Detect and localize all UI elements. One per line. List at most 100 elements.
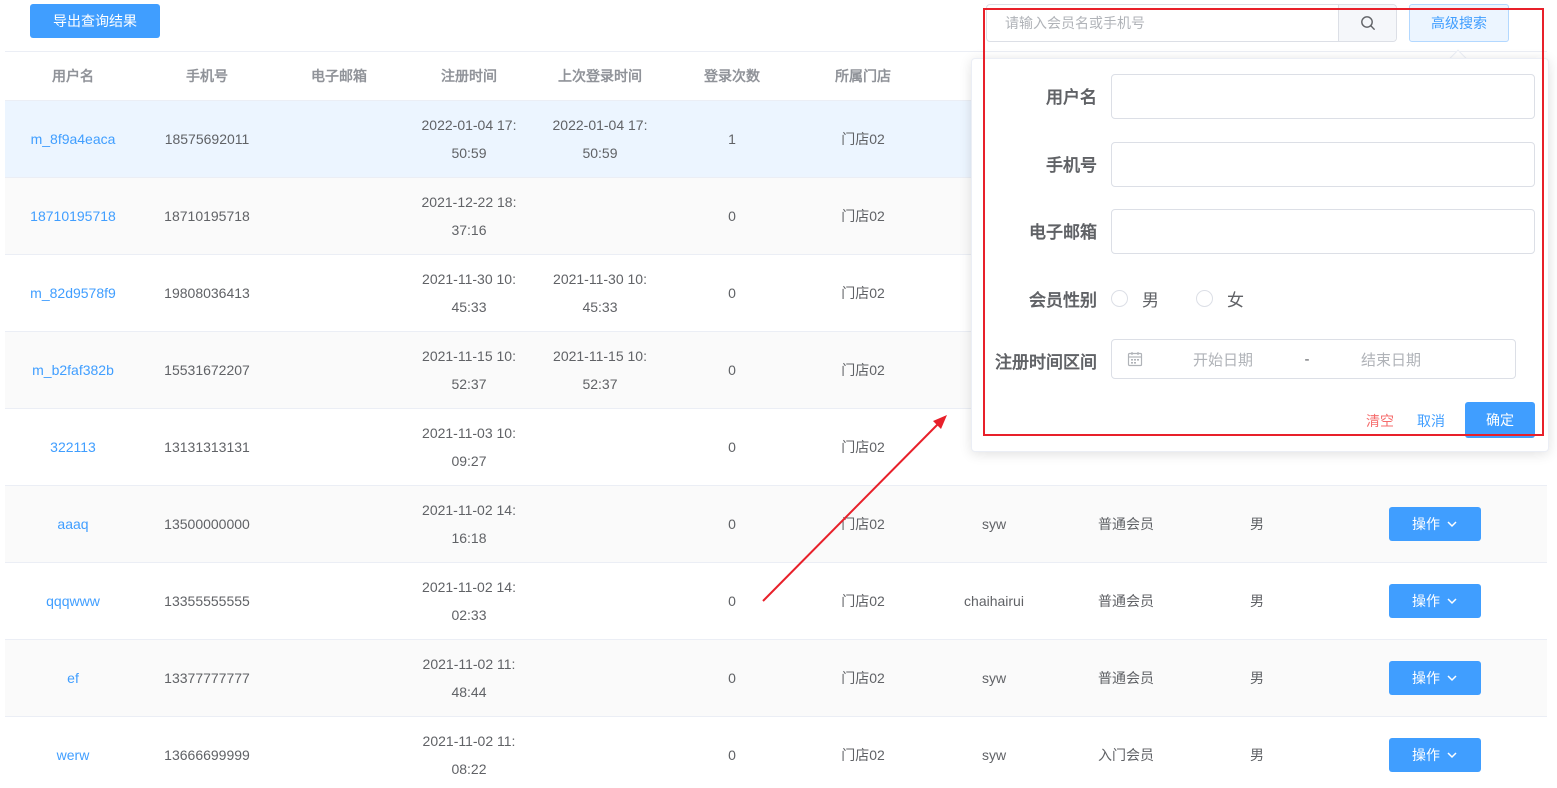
- login-count-cell: 0: [728, 593, 736, 609]
- reg-date: 2021-12-22 18:: [421, 194, 517, 210]
- username-link[interactable]: werw: [5, 717, 141, 788]
- username-link[interactable]: m_b2faf382b: [5, 332, 141, 408]
- creator-cell: syw: [981, 516, 1007, 532]
- advanced-search-button[interactable]: 高级搜索: [1409, 4, 1509, 42]
- phone-cell: 13666699999: [164, 747, 250, 763]
- username-link[interactable]: ef: [5, 640, 141, 716]
- chevron-down-icon: [1447, 598, 1457, 605]
- reg-date: 2021-11-02 11:: [422, 733, 516, 749]
- email-cell: [273, 332, 405, 408]
- gender-cell: 男: [1250, 747, 1264, 763]
- reg-clock: 45:33: [451, 299, 487, 315]
- level-cell: 普通会员: [1098, 593, 1154, 609]
- creator-cell: syw: [981, 670, 1007, 686]
- chevron-down-icon: [1447, 521, 1457, 528]
- operation-dropdown-button[interactable]: 操作: [1389, 507, 1481, 541]
- email-cell: [273, 409, 405, 485]
- store-cell: 门店02: [841, 131, 885, 147]
- last-login-cell: [533, 486, 667, 562]
- username-link[interactable]: 322113: [5, 409, 141, 485]
- confirm-button[interactable]: 确定: [1465, 402, 1535, 438]
- gender-label: 会员性别: [1029, 291, 1097, 310]
- phone-cell: 13355555555: [164, 593, 250, 609]
- last-date: 2021-11-15 10:: [553, 348, 647, 364]
- username-label: 用户名: [1046, 88, 1097, 107]
- creator-cell: syw: [981, 747, 1007, 763]
- email-cell: [273, 563, 405, 639]
- operation-label: 操作: [1412, 670, 1440, 686]
- reg-time-cell: 2021-11-03 10: 09:27: [405, 409, 533, 485]
- store-cell: 门店02: [841, 285, 885, 301]
- reg-clock: 48:44: [451, 684, 487, 700]
- username-link[interactable]: aaaq: [5, 486, 141, 562]
- operation-label: 操作: [1412, 516, 1440, 532]
- email-cell: [273, 101, 405, 177]
- operation-dropdown-button[interactable]: 操作: [1389, 661, 1481, 695]
- email-cell: [273, 178, 405, 254]
- reg-time-cell: 2022-01-04 17: 50:59: [405, 101, 533, 177]
- gender-radio-male[interactable]: 男: [1111, 286, 1159, 311]
- reg-clock: 08:22: [451, 761, 487, 777]
- phone-cell: 18575692011: [164, 131, 250, 147]
- email-cell: [273, 717, 405, 788]
- reg-clock: 50:59: [451, 145, 487, 161]
- last-login-cell: 2022-01-04 17: 50:59: [533, 101, 667, 177]
- phone-cell: 18710195718: [164, 208, 250, 224]
- reg-time-cell: 2021-11-02 11: 08:22: [405, 717, 533, 788]
- last-login-cell: [533, 640, 667, 716]
- username-link[interactable]: 18710195718: [5, 178, 141, 254]
- cancel-button[interactable]: 取消: [1417, 411, 1445, 431]
- operation-cell: 操作: [1321, 563, 1549, 639]
- phone-cell: 15531672207: [164, 362, 250, 378]
- username-link[interactable]: m_82d9578f9: [5, 255, 141, 331]
- reg-date: 2022-01-04 17:: [421, 117, 517, 133]
- reg-date: 2021-11-02 11:: [422, 656, 516, 672]
- clear-button[interactable]: 清空: [1366, 411, 1394, 431]
- gender-female-label: 女: [1227, 291, 1244, 310]
- operation-dropdown-button[interactable]: 操作: [1389, 584, 1481, 618]
- email-cell: [273, 255, 405, 331]
- username-link[interactable]: qqqwww: [5, 563, 141, 639]
- reg-time-cell: 2021-12-22 18: 37:16: [405, 178, 533, 254]
- radio-circle-icon: [1111, 290, 1128, 307]
- username-link[interactable]: m_8f9a4eaca: [5, 101, 141, 177]
- reg-time-cell: 2021-11-30 10: 45:33: [405, 255, 533, 331]
- last-clock: 50:59: [582, 145, 618, 161]
- table-row: ef 13377777777 2021-11-02 11: 48:44 0 门店0…: [5, 640, 1547, 717]
- header-phone: 手机号: [186, 68, 228, 84]
- reg-time-cell: 2021-11-15 10: 52:37: [405, 332, 533, 408]
- level-cell: 入门会员: [1098, 747, 1154, 763]
- operation-dropdown-button[interactable]: 操作: [1389, 738, 1481, 772]
- header-email: 电子邮箱: [311, 68, 367, 84]
- store-cell: 门店02: [841, 670, 885, 686]
- search-button[interactable]: [1338, 5, 1396, 41]
- last-date: 2021-11-30 10:: [553, 271, 647, 287]
- chevron-down-icon: [1447, 675, 1457, 682]
- end-date-input[interactable]: 结束日期: [1326, 349, 1456, 370]
- start-date-input[interactable]: 开始日期: [1158, 349, 1288, 370]
- phone-cell: 13500000000: [164, 516, 250, 532]
- reg-date: 2021-11-30 10:: [422, 271, 516, 287]
- username-input[interactable]: [1111, 74, 1535, 119]
- gender-cell: 男: [1250, 516, 1264, 532]
- gender-male-label: 男: [1142, 291, 1159, 310]
- search-icon: [1360, 16, 1375, 30]
- login-count-cell: 0: [728, 747, 736, 763]
- header-store: 所属门店: [835, 68, 891, 84]
- reg-clock: 09:27: [451, 453, 487, 469]
- gender-cell: 男: [1250, 670, 1264, 686]
- reg-date-range-picker[interactable]: 开始日期 - 结束日期: [1111, 339, 1516, 379]
- reg-date: 2021-11-03 10:: [422, 425, 516, 441]
- login-count-cell: 0: [728, 516, 736, 532]
- last-login-cell: [533, 178, 667, 254]
- last-login-cell: 2021-11-15 10: 52:37: [533, 332, 667, 408]
- member-search-input[interactable]: [987, 5, 1338, 41]
- creator-cell: chaihairui: [964, 593, 1024, 609]
- gender-radio-female[interactable]: 女: [1196, 286, 1244, 311]
- export-results-button[interactable]: 导出查询结果: [30, 4, 160, 38]
- reg-clock: 52:37: [451, 376, 487, 392]
- phone-input[interactable]: [1111, 142, 1535, 187]
- chevron-down-icon: [1447, 752, 1457, 759]
- last-clock: 52:37: [582, 376, 618, 392]
- email-input[interactable]: [1111, 209, 1535, 254]
